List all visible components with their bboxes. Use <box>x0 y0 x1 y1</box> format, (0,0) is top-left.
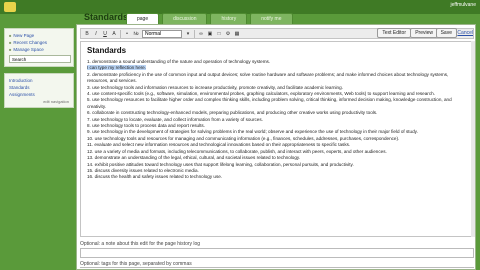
editor-panel: B I U A • № Normal ▾ ∞ ▣ □ ⚙ ▦ Text Edit… <box>76 24 476 270</box>
standard-item: 9. use technology in the development of … <box>87 129 418 135</box>
new-page-link[interactable]: New Page <box>9 32 69 39</box>
standard-item: 5. use technology resources to facilitat… <box>87 97 452 109</box>
page-tabs: page discussion history notify me <box>126 13 293 24</box>
cancel-link[interactable]: Cancel <box>457 30 473 36</box>
sidebar-actions: New Page Recent Changes Manage Space Sea… <box>4 28 74 67</box>
sidebar-item-standards[interactable]: Standards <box>9 84 69 91</box>
sidebar-item-introduction[interactable]: Introduction <box>9 77 69 84</box>
page-title: Standards <box>84 12 129 22</box>
sidebar-navigation: Introduction Standards Assignments edit … <box>4 73 74 108</box>
standard-item: 16. discuss the health and safety issues… <box>87 174 223 180</box>
editor-scrollbar[interactable] <box>471 41 475 237</box>
format-select[interactable]: Normal <box>142 29 182 38</box>
search-input[interactable]: Search <box>9 55 71 63</box>
link-icon[interactable]: ∞ <box>198 31 204 37</box>
sidebar-item-assignments[interactable]: Assignments <box>9 91 69 98</box>
comment-input[interactable] <box>80 248 474 258</box>
recent-changes-link[interactable]: Recent Changes <box>9 39 69 46</box>
highlighted-reflection-text: I can type my reflection here. <box>87 65 146 71</box>
preview-button[interactable]: Preview <box>410 28 438 38</box>
tab-page[interactable]: page <box>126 13 160 24</box>
file-icon[interactable]: □ <box>216 31 222 37</box>
table-icon[interactable]: ▦ <box>234 31 240 37</box>
tab-notify-me[interactable]: notify me <box>250 13 293 24</box>
tab-history[interactable]: history <box>210 13 248 24</box>
toolbar-divider <box>120 29 121 38</box>
standard-item: 2. demonstrate proficiency in the use of… <box>87 71 449 84</box>
wiki-logo-icon[interactable] <box>4 2 16 12</box>
editor-content[interactable]: Standards 1. demonstrate a sound underst… <box>80 41 474 237</box>
widget-icon[interactable]: ⚙ <box>225 31 231 37</box>
font-color-icon[interactable]: A <box>111 31 117 37</box>
user-name[interactable]: jeffmulvane <box>451 2 476 8</box>
bold-icon[interactable]: B <box>84 31 90 37</box>
image-icon[interactable]: ▣ <box>207 31 213 37</box>
numbered-list-icon[interactable]: № <box>133 31 139 37</box>
text-editor-button[interactable]: Text Editor <box>377 28 411 38</box>
comment-label: Optional: a note about this edit for the… <box>80 241 201 247</box>
save-button[interactable]: Save <box>435 28 457 38</box>
editor-heading: Standards <box>87 46 127 55</box>
tab-discussion[interactable]: discussion <box>162 13 208 24</box>
toolbar-divider <box>194 29 195 38</box>
underline-icon[interactable]: U <box>102 31 108 37</box>
chevron-down-icon[interactable]: ▾ <box>185 31 191 37</box>
bullet-list-icon[interactable]: • <box>124 31 130 37</box>
manage-space-link[interactable]: Manage Space <box>9 46 69 53</box>
italic-icon[interactable]: I <box>93 31 99 37</box>
edit-navigation-link[interactable]: edit navigation <box>9 99 69 104</box>
top-bar: jeffmulvane <box>0 0 480 14</box>
sidebar: New Page Recent Changes Manage Space Sea… <box>4 28 74 108</box>
